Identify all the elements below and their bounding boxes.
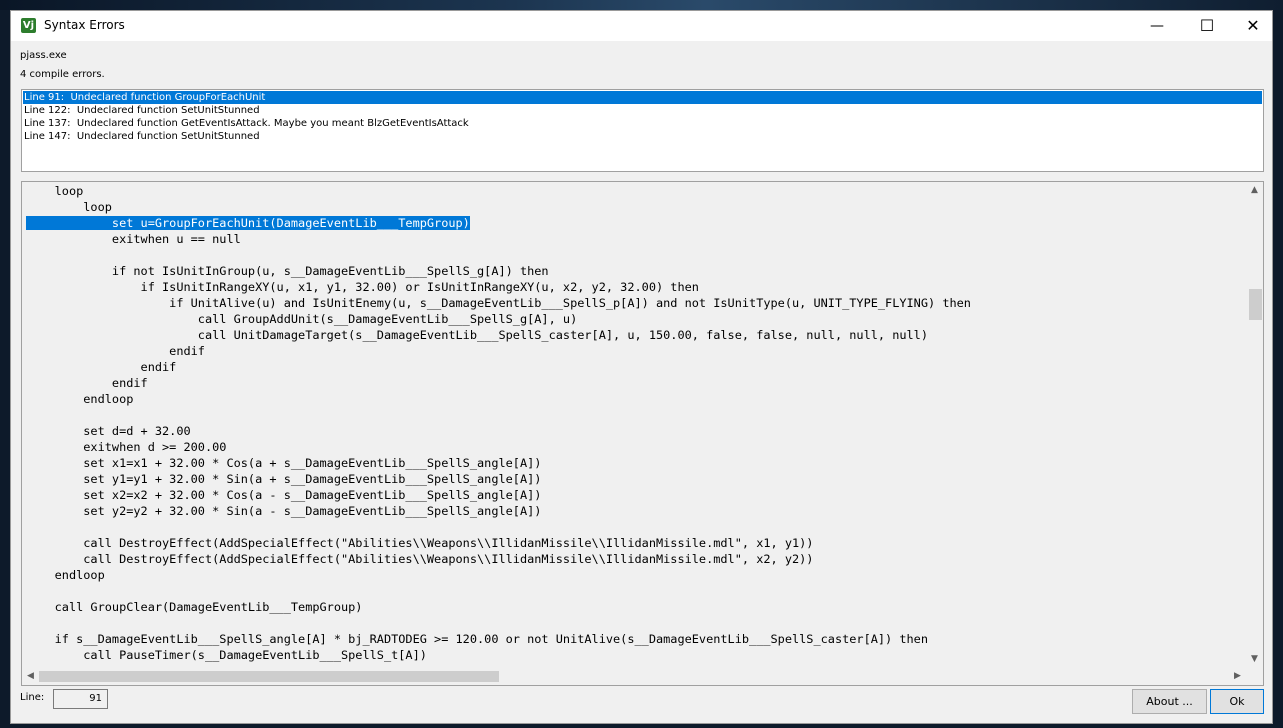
code-line: call GroupAddUnit(s__DamageEventLib___Sp… [26,312,578,326]
error-list-item[interactable]: Line 122: Undeclared function SetUnitStu… [23,104,1262,117]
code-line: call DestroyEffect(AddSpecialEffect("Abi… [26,536,814,550]
code-line: set y2=y2 + 32.00 * Sin(a - s__DamageEve… [26,504,542,518]
error-list-item[interactable]: Line 147: Undeclared function SetUnitStu… [23,130,1262,143]
syntax-errors-window: Vj Syntax Errors — ☐ ✕ pjass.exe 4 compi… [10,10,1273,724]
code-line: endif [26,376,148,390]
code-line: if s__DamageEventLib___SpellS_angle[A] *… [26,632,929,646]
scrollbar-corner [1246,668,1263,685]
code-line: if UnitAlive(u) and IsUnitEnemy(u, s__Da… [26,296,971,310]
code-line: set y1=y1 + 32.00 * Sin(a + s__DamageEve… [26,472,542,486]
code-lines[interactable]: loop loop set u=GroupForEachUnit(DamageE… [26,183,1243,663]
horizontal-scrollbar[interactable]: ◀ ▶ [22,668,1246,685]
error-list-item[interactable]: Line 137: Undeclared function GetEventIs… [23,117,1262,130]
maximize-button[interactable]: ☐ [1184,11,1230,41]
code-line: exitwhen u == null [26,232,241,246]
code-line: call PauseTimer(s__DamageEventLib___Spel… [26,648,427,662]
desktop-background [0,0,1283,10]
vertical-scrollbar[interactable]: ▲ ▼ [1246,182,1263,668]
vertical-scroll-thumb[interactable] [1249,289,1262,320]
code-line: endif [26,344,205,358]
code-line: call UnitDamageTarget(s__DamageEventLib_… [26,328,929,342]
code-line: loop [26,200,112,214]
code-line: set x1=x1 + 32.00 * Cos(a + s__DamageEve… [26,456,542,470]
code-line: loop [26,184,84,198]
scroll-right-arrow-icon[interactable]: ▶ [1229,668,1246,685]
highlighted-code-line: set u=GroupForEachUnit(DamageEventLib___… [26,216,470,230]
code-view[interactable]: loop loop set u=GroupForEachUnit(DamageE… [21,181,1264,686]
scroll-up-arrow-icon[interactable]: ▲ [1246,182,1263,199]
code-line: set u=GroupForEachUnit(DamageEventLib___… [26,215,1243,231]
error-list-item[interactable]: Line 91: Undeclared function GroupForEac… [23,91,1262,104]
scroll-left-arrow-icon[interactable]: ◀ [22,668,39,685]
code-line: set x2=x2 + 32.00 * Cos(a - s__DamageEve… [26,488,542,502]
app-icon: Vj [21,18,36,33]
exe-name-label: pjass.exe [20,50,67,61]
code-line: endloop [26,392,134,406]
code-line: if IsUnitInRangeXY(u, x1, y1, 32.00) or … [26,280,699,294]
title-bar[interactable]: Vj Syntax Errors — ☐ ✕ [11,11,1272,41]
close-button[interactable]: ✕ [1230,11,1276,41]
code-line: endif [26,360,177,374]
ok-button[interactable]: Ok [1210,689,1264,714]
code-line: call DestroyEffect(AddSpecialEffect("Abi… [26,552,814,566]
code-line: exitwhen d >= 200.00 [26,440,227,454]
minimize-button[interactable]: — [1134,11,1180,41]
code-line: call GroupClear(DamageEventLib___TempGro… [26,600,363,614]
line-label: Line: [20,692,45,703]
scroll-down-arrow-icon[interactable]: ▼ [1246,651,1263,668]
error-list[interactable]: Line 91: Undeclared function GroupForEac… [21,89,1264,172]
code-line: set d=d + 32.00 [26,424,191,438]
window-title: Syntax Errors [44,18,125,32]
line-number-field[interactable]: 91 [53,689,108,709]
code-line: endloop [26,568,105,582]
error-count-label: 4 compile errors. [20,69,105,80]
horizontal-scroll-thumb[interactable] [39,671,499,682]
about-button[interactable]: About ... [1132,689,1207,714]
code-line: if not IsUnitInGroup(u, s__DamageEventLi… [26,264,549,278]
